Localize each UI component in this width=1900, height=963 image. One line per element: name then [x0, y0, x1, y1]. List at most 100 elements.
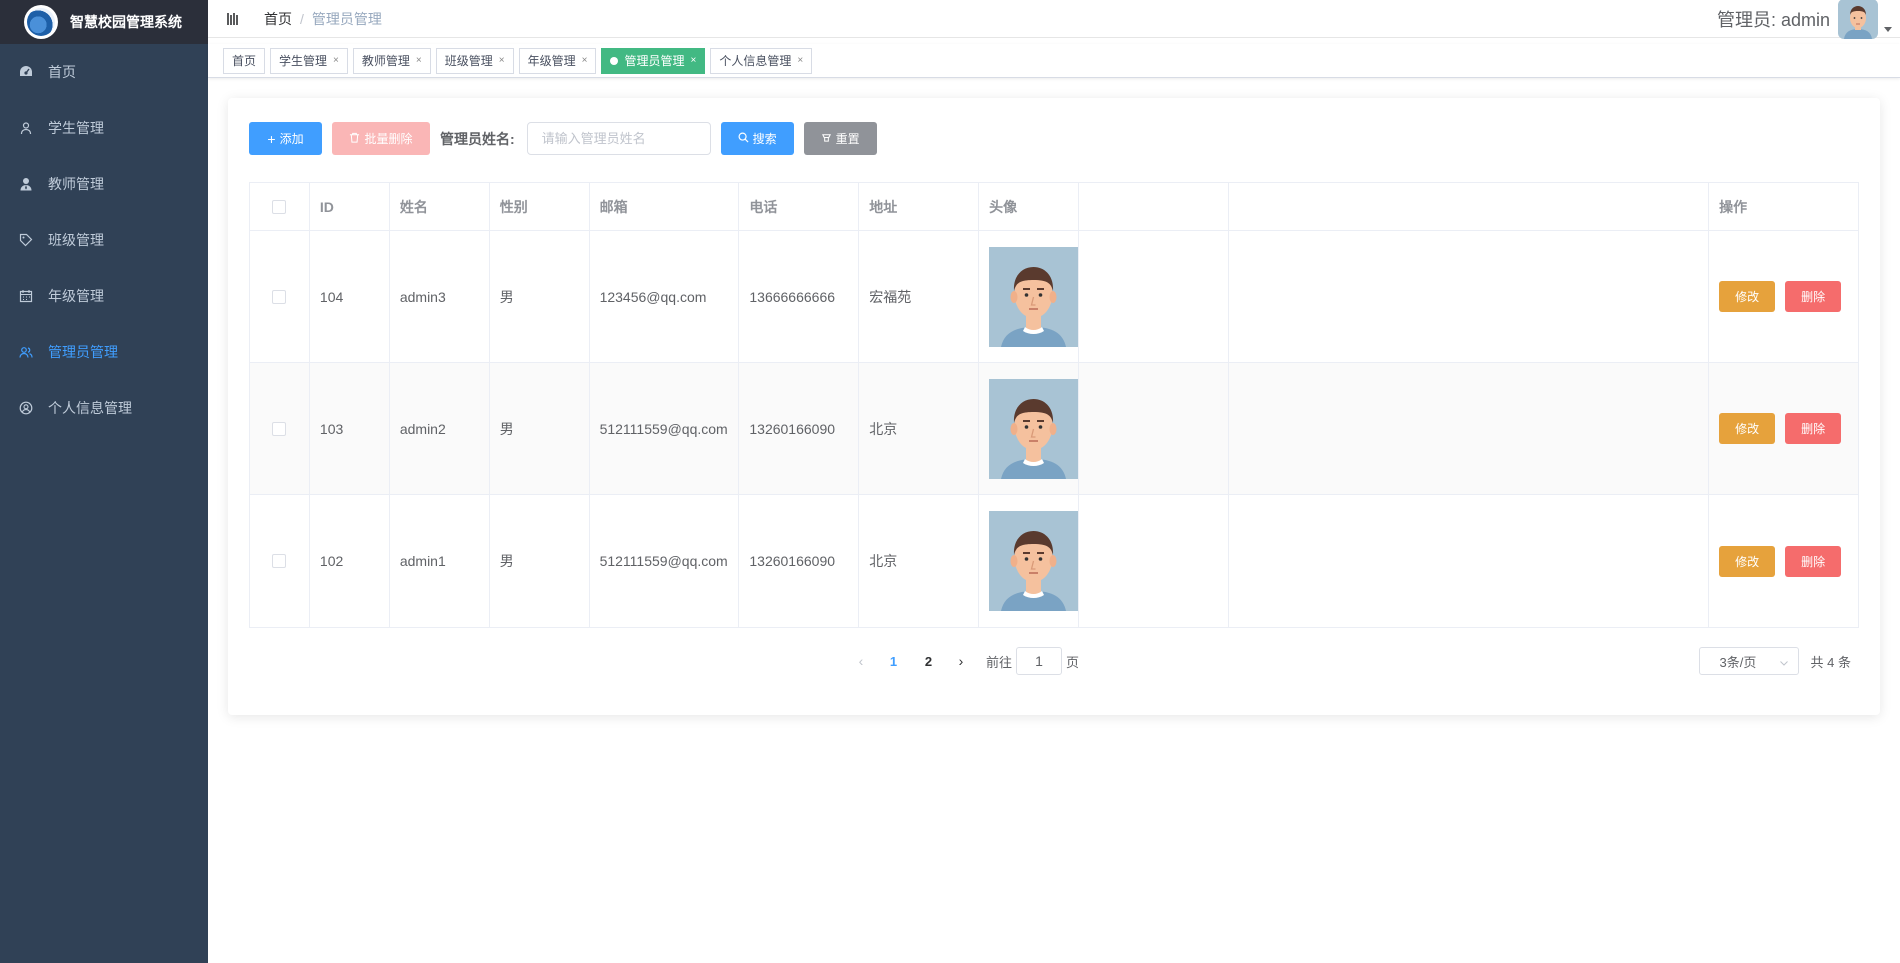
tag-label: 班级管理 — [444, 54, 493, 68]
logo-area[interactable]: 智慧校园管理系统 — [0, 0, 208, 44]
tag-admins[interactable]: 管理员管理 × — [601, 47, 706, 74]
close-icon[interactable]: × — [582, 55, 588, 66]
sidebar-item-label: 个人信息管理 — [48, 400, 132, 416]
total-count: 共 4 条 — [1810, 654, 1851, 670]
cell-phone: 13260166090 — [739, 495, 860, 627]
pagination-right: 3条/页 共 4 条 — [1698, 645, 1851, 677]
page-size-value: 3条/页 — [1719, 654, 1757, 670]
goto-prefix: 前往 — [986, 654, 1013, 670]
avatar[interactable] — [989, 378, 1079, 479]
header-avatar[interactable]: 头像 — [979, 183, 1079, 230]
header-name[interactable]: 姓名 — [390, 183, 490, 230]
row-checkbox[interactable] — [272, 421, 287, 436]
goto-page-input[interactable] — [1016, 647, 1063, 675]
avatar[interactable] — [989, 511, 1079, 611]
batch-delete-label: 批量删除 — [364, 132, 413, 146]
cell-email: 512111559@qq.com — [590, 495, 740, 627]
breadcrumb: 首页 / 管理员管理 — [264, 9, 382, 29]
sidebar-item-teachers[interactable]: 教师管理 — [0, 156, 208, 212]
page-size-select[interactable]: 3条/页 — [1698, 647, 1799, 675]
cell-ops: 修改 删除 — [1708, 495, 1858, 627]
chevron-right-icon[interactable]: › — [946, 653, 976, 669]
add-button-label: 添加 — [279, 132, 304, 146]
header-id[interactable]: ID — [310, 183, 390, 230]
pagination-pages: ‹ 1 2 › 前往 页 — [846, 645, 1079, 677]
sidebar-item-home[interactable]: 首页 — [0, 44, 208, 100]
close-icon[interactable]: × — [416, 55, 422, 66]
breadcrumb-home[interactable]: 首页 — [264, 9, 292, 29]
edit-button[interactable]: 修改 — [1719, 281, 1776, 312]
row-checkbox[interactable] — [272, 554, 287, 568]
batch-delete-button[interactable]: 批量删除 — [332, 122, 430, 155]
breadcrumb-separator: / — [300, 10, 304, 27]
avatar[interactable] — [1838, 0, 1878, 39]
cell-address: 宏福苑 — [859, 231, 980, 362]
search-button[interactable]: 搜索 — [720, 122, 794, 155]
close-icon[interactable]: × — [797, 55, 803, 66]
edit-button[interactable]: 修改 — [1719, 545, 1776, 577]
page-number[interactable]: 2 — [911, 654, 946, 669]
reset-button[interactable]: 重置 — [803, 122, 877, 155]
row-checkbox[interactable] — [272, 289, 287, 304]
table-row: 102 admin1 男 512111559@qq.com 1326016609… — [250, 495, 1858, 627]
chevron-down-icon[interactable] — [1884, 26, 1892, 32]
delete-button[interactable]: 删除 — [1785, 281, 1842, 312]
sidebar-item-classes[interactable]: 班级管理 — [0, 212, 208, 268]
cell-empty — [1079, 363, 1229, 494]
cell-email: 123456@qq.com — [590, 231, 740, 362]
cell-id: 102 — [310, 495, 390, 627]
cell-empty — [1079, 495, 1229, 627]
app-title: 智慧校园管理系统 — [70, 14, 182, 30]
users-icon — [18, 344, 34, 360]
user-label: 管理员: admin — [1716, 10, 1830, 30]
breadcrumb-current: 管理员管理 — [311, 10, 382, 27]
main-card: +添加 批量删除 管理员姓名: 搜索 重置 ID 姓名 性别 邮箱 电话 — [228, 98, 1880, 715]
tag-label: 教师管理 — [361, 54, 410, 68]
toolbar: +添加 批量删除 管理员姓名: 搜索 重置 — [249, 122, 877, 155]
sidebar-item-admins[interactable]: 管理员管理 — [0, 324, 208, 380]
header-address[interactable]: 地址 — [859, 183, 980, 230]
close-icon[interactable]: × — [499, 55, 505, 66]
header-sex[interactable]: 性别 — [490, 183, 590, 230]
add-button[interactable]: + 添加 — [249, 122, 322, 155]
table-row: 104 admin3 男 123456@qq.com 13666666666 宏… — [250, 231, 1858, 363]
sidebar-item-profile[interactable]: 个人信息管理 — [0, 380, 208, 436]
avatar[interactable] — [989, 246, 1079, 347]
cell-email: 512111559@qq.com — [590, 363, 740, 494]
tag-grades[interactable]: 年级管理 × — [518, 47, 597, 74]
cell-avatar — [979, 231, 1080, 362]
edit-button[interactable]: 修改 — [1719, 413, 1776, 444]
row-check-cell — [250, 231, 310, 362]
close-icon[interactable]: × — [690, 55, 696, 66]
select-all-checkbox[interactable] — [272, 199, 287, 214]
sidebar-item-label: 首页 — [48, 64, 76, 80]
cell-phone: 13666666666 — [739, 231, 860, 362]
header-email[interactable]: 邮箱 — [590, 183, 740, 230]
delete-button[interactable]: 删除 — [1785, 413, 1842, 444]
search-input[interactable] — [526, 122, 711, 155]
sidebar-item-grades[interactable]: 年级管理 — [0, 268, 208, 324]
close-icon[interactable]: × — [333, 55, 339, 66]
sidebar-item-students[interactable]: 学生管理 — [0, 100, 208, 156]
select-all-cell — [250, 183, 310, 230]
header-ops: 操作 — [1708, 183, 1858, 230]
delete-button[interactable]: 删除 — [1785, 545, 1842, 577]
hamburger-icon[interactable] — [224, 9, 244, 29]
active-dot-icon — [610, 56, 619, 65]
sidebar-item-label: 教师管理 — [48, 176, 104, 192]
tag-label: 学生管理 — [279, 54, 328, 68]
cell-address: 北京 — [859, 495, 980, 627]
tag-profile[interactable]: 个人信息管理 × — [710, 47, 813, 74]
header-phone[interactable]: 电话 — [739, 183, 860, 230]
row-check-cell — [250, 495, 310, 627]
tag-students[interactable]: 学生管理 × — [270, 47, 348, 74]
chevron-left-icon[interactable]: ‹ — [846, 653, 876, 669]
tag-home[interactable]: 首页 — [223, 47, 266, 74]
cell-sex: 男 — [490, 231, 590, 362]
page-number[interactable]: 1 — [876, 654, 911, 669]
sidebar-item-label: 管理员管理 — [48, 344, 118, 360]
tag-classes[interactable]: 班级管理 × — [435, 47, 514, 74]
tag-teachers[interactable]: 教师管理 × — [352, 47, 431, 74]
cell-empty — [1079, 231, 1229, 362]
user-dropdown[interactable]: 管理员: admin — [1716, 0, 1892, 39]
